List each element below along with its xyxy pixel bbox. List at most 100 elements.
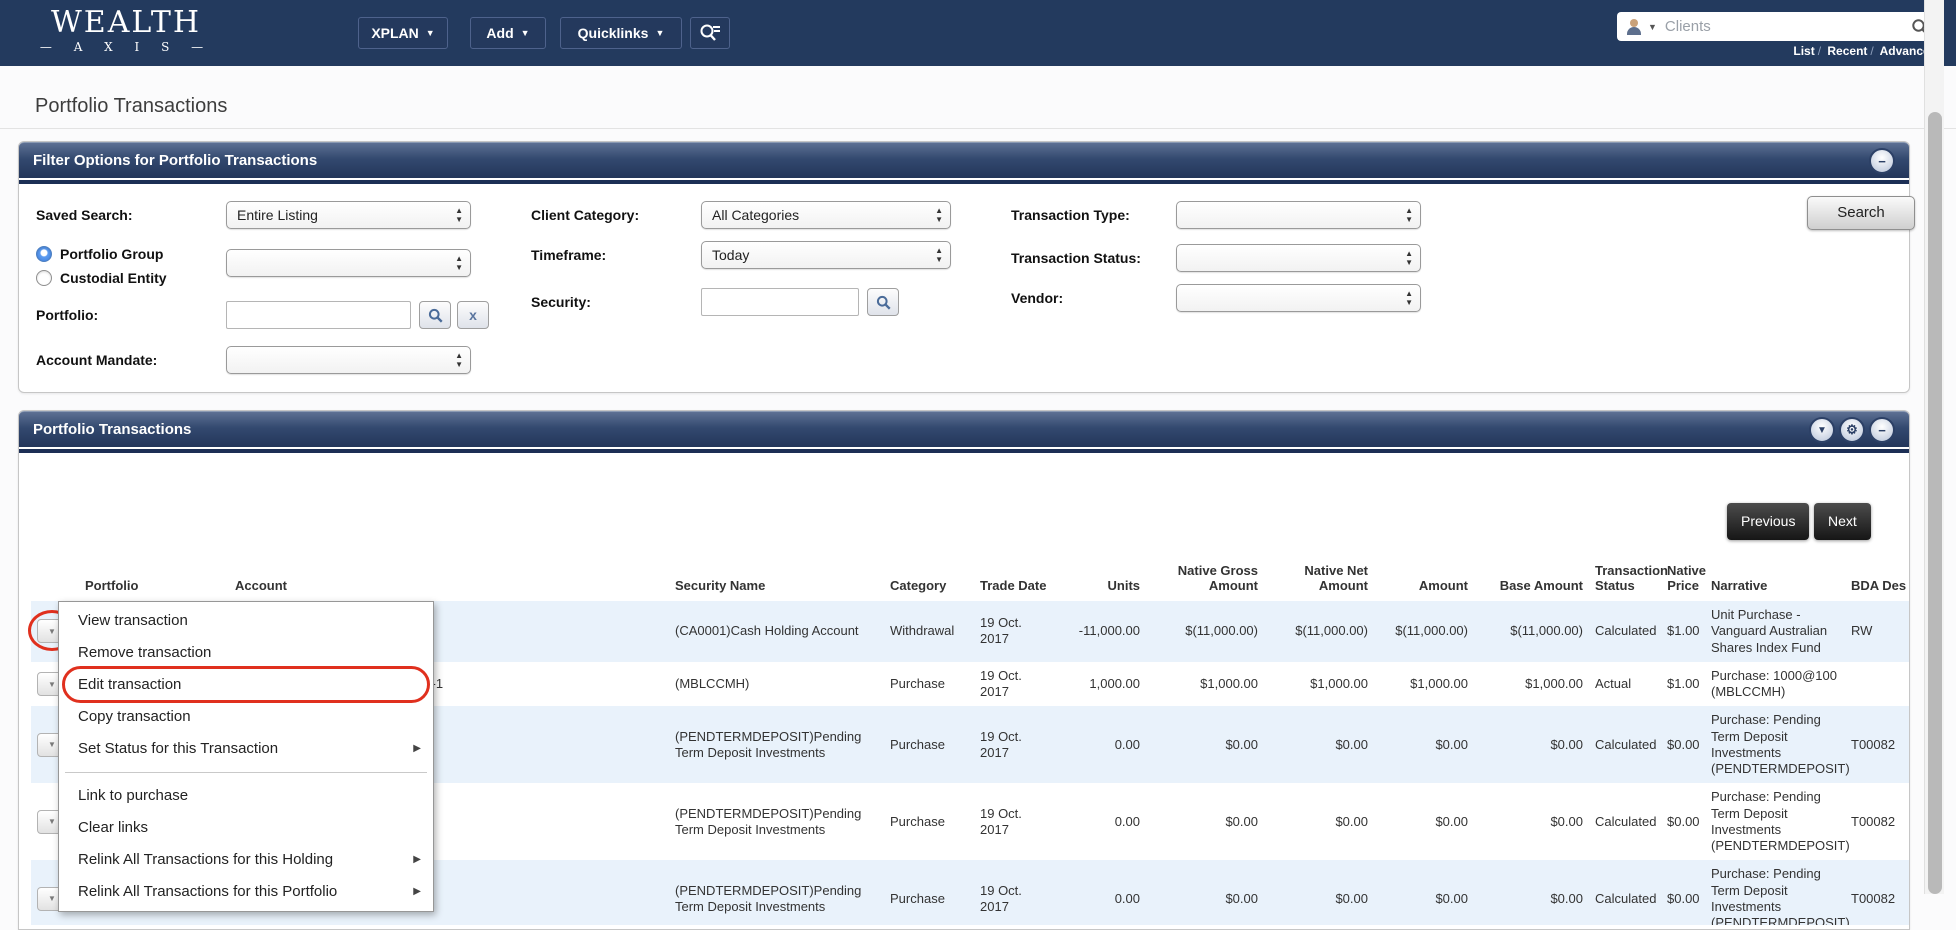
menu-item-set-status-for-this-transaction[interactable]: Set Status for this Transaction ▶ <box>59 733 433 765</box>
cell-native_net: $0.00 <box>1335 890 1368 906</box>
account-mandate-select[interactable]: ▲ ▼ <box>226 346 471 374</box>
menu-item-relink-all-transactions-for-this-portfolio[interactable]: Relink All Transactions for this Portfol… <box>59 876 433 908</box>
cell-units: 0.00 <box>1114 813 1140 829</box>
next-button[interactable]: Next <box>1814 503 1871 540</box>
cell-status: Actual <box>1595 675 1632 691</box>
stepper-arrows-icon: ▲ ▼ <box>1405 249 1413 267</box>
column-header: Narrative <box>1711 578 1768 593</box>
top-navbar: WEALTH — A X I S — XPLAN ▼ Add ▼ Quicklink… <box>0 0 1956 66</box>
collapse-panel-button[interactable]: − <box>1869 417 1895 443</box>
cell-bda: T00082 <box>1851 813 1896 829</box>
saved-search-label: Saved Search: <box>36 207 133 223</box>
search-icon <box>876 295 891 310</box>
person-icon <box>1625 18 1643 36</box>
timeframe-select[interactable]: Today ▲ ▼ <box>701 241 951 269</box>
menu-item-remove-transaction[interactable]: Remove transaction <box>59 637 433 669</box>
portfolio-clear-button[interactable]: x <box>457 301 489 329</box>
portfolio-input[interactable] <box>226 301 411 329</box>
portfolio-group-label: Portfolio Group <box>60 246 164 262</box>
security-label: Security: <box>531 294 591 310</box>
cell-bda: RW <box>1851 623 1873 639</box>
list-link[interactable]: List <box>1793 44 1814 58</box>
cell-native_gross: $1,000.00 <box>1200 675 1258 691</box>
cell-bda <box>1845 662 1909 707</box>
recent-link[interactable]: Recent <box>1827 44 1867 58</box>
cell-security: (MBLCCMH) <box>675 675 750 691</box>
cell-native_net: $(11,000.00) <box>1295 623 1368 639</box>
logo-line2: — A X I S — <box>39 40 213 54</box>
portfolio-group-radio[interactable]: Portfolio Group <box>36 246 163 262</box>
add-menu-button[interactable]: Add ▼ <box>470 17 546 49</box>
logo-line1: WEALTH <box>50 5 202 40</box>
cell-native_net: $1,000.00 <box>1310 675 1368 691</box>
transaction-status-select[interactable]: ▲ ▼ <box>1176 244 1421 272</box>
menu-item-clear-links[interactable]: Clear links <box>59 812 433 844</box>
collapse-panel-button[interactable]: − <box>1869 148 1895 174</box>
column-header: Native Gross Amount <box>1177 563 1258 593</box>
portfolio-search-button[interactable] <box>419 301 451 329</box>
menu-divider <box>65 772 427 773</box>
transactions-panel-title: Portfolio Transactions <box>33 421 192 438</box>
client-search-box[interactable]: ▼ <box>1617 12 1937 41</box>
cell-base_amount: $(11,000.00) <box>1510 623 1583 639</box>
quicklinks-menu-button[interactable]: Quicklinks ▼ <box>560 17 682 49</box>
column-header: Units <box>1107 578 1141 593</box>
cell-category: Purchase <box>890 675 945 691</box>
minus-icon: − <box>1878 153 1886 169</box>
filter-panel-title: Filter Options for Portfolio Transaction… <box>33 152 318 169</box>
cell-narrative: Unit Purchase - Vanguard Australian Shar… <box>1711 607 1828 655</box>
timeframe-value: Today <box>712 247 750 263</box>
panel-settings-button[interactable]: ⚙ <box>1839 417 1865 443</box>
cell-native_price: $1.00 <box>1667 675 1700 691</box>
transaction-type-select[interactable]: ▲ ▼ <box>1176 201 1421 229</box>
cell-units: 0.00 <box>1114 890 1140 906</box>
filter-panel-header: Filter Options for Portfolio Transaction… <box>19 142 1909 178</box>
stepper-arrows-icon: ▲ ▼ <box>455 351 463 369</box>
previous-button[interactable]: Previous <box>1727 503 1810 540</box>
security-search-button[interactable] <box>867 288 899 316</box>
chevron-down-icon[interactable]: ▼ <box>1648 22 1657 32</box>
portfolio-label: Portfolio: <box>36 307 99 323</box>
submenu-arrow-icon: ▶ <box>413 854 421 865</box>
menu-item-link-to-purchase[interactable]: Link to purchase <box>59 780 433 812</box>
stepper-arrows-icon: ▲ ▼ <box>1405 289 1413 307</box>
menu-item-relink-all-transactions-for-this-holding[interactable]: Relink All Transactions for this Holding… <box>59 844 433 876</box>
cell-bda: T00082 <box>1851 736 1896 752</box>
saved-search-select[interactable]: Entire Listing ▲ ▼ <box>226 201 471 229</box>
menu-item-edit-transaction[interactable]: Edit transaction <box>59 666 433 703</box>
cell-amount: $1,000.00 <box>1410 675 1468 691</box>
cell-native_gross: $(11,000.00) <box>1185 623 1258 639</box>
quick-search-button[interactable] <box>690 17 730 49</box>
vendor-select[interactable]: ▲ ▼ <box>1176 284 1421 312</box>
security-input[interactable] <box>701 288 859 316</box>
panel-dropdown-button[interactable]: ▼ <box>1809 417 1835 443</box>
radio-unselected-icon[interactable] <box>36 270 52 286</box>
xplan-menu-button[interactable]: XPLAN ▼ <box>358 17 448 49</box>
chevron-down-icon: ▼ <box>425 28 435 38</box>
cell-native_gross: $0.00 <box>1225 890 1258 906</box>
client-category-label: Client Category: <box>531 207 640 223</box>
chevron-down-icon: ▼ <box>1817 424 1827 436</box>
vertical-scrollbar-thumb[interactable] <box>1928 112 1942 894</box>
menu-item-view-transaction[interactable]: View transaction <box>59 605 433 637</box>
client-search-input[interactable] <box>1664 18 1911 35</box>
title-divider <box>0 128 1956 129</box>
menu-item-copy-transaction[interactable]: Copy transaction <box>59 701 433 733</box>
column-header: Category <box>890 578 947 593</box>
custodial-entity-radio[interactable]: Custodial Entity <box>36 270 167 286</box>
timeframe-label: Timeframe: <box>531 247 607 263</box>
cell-bda: T00082 <box>1851 890 1896 906</box>
search-button[interactable]: Search <box>1807 196 1915 230</box>
portfolio-group-select[interactable]: ▲ ▼ <box>226 249 471 277</box>
stepper-arrows-icon: ▲ ▼ <box>935 246 943 264</box>
vertical-scrollbar-track[interactable] <box>1924 0 1944 894</box>
cell-narrative: Purchase: Pending Term Deposit Investmen… <box>1711 866 1850 925</box>
radio-selected-icon[interactable] <box>36 246 52 262</box>
cell-security: (CA0001)Cash Holding Account <box>675 623 859 639</box>
cell-base_amount: $0.00 <box>1550 813 1583 829</box>
cell-units: 0.00 <box>1114 736 1140 752</box>
client-category-select[interactable]: All Categories ▲ ▼ <box>701 201 951 229</box>
saved-search-value: Entire Listing <box>237 207 318 223</box>
column-header: Native Price <box>1667 563 1707 593</box>
cell-security: (PENDTERMDEPOSIT)Pending Term Deposit In… <box>675 805 862 837</box>
